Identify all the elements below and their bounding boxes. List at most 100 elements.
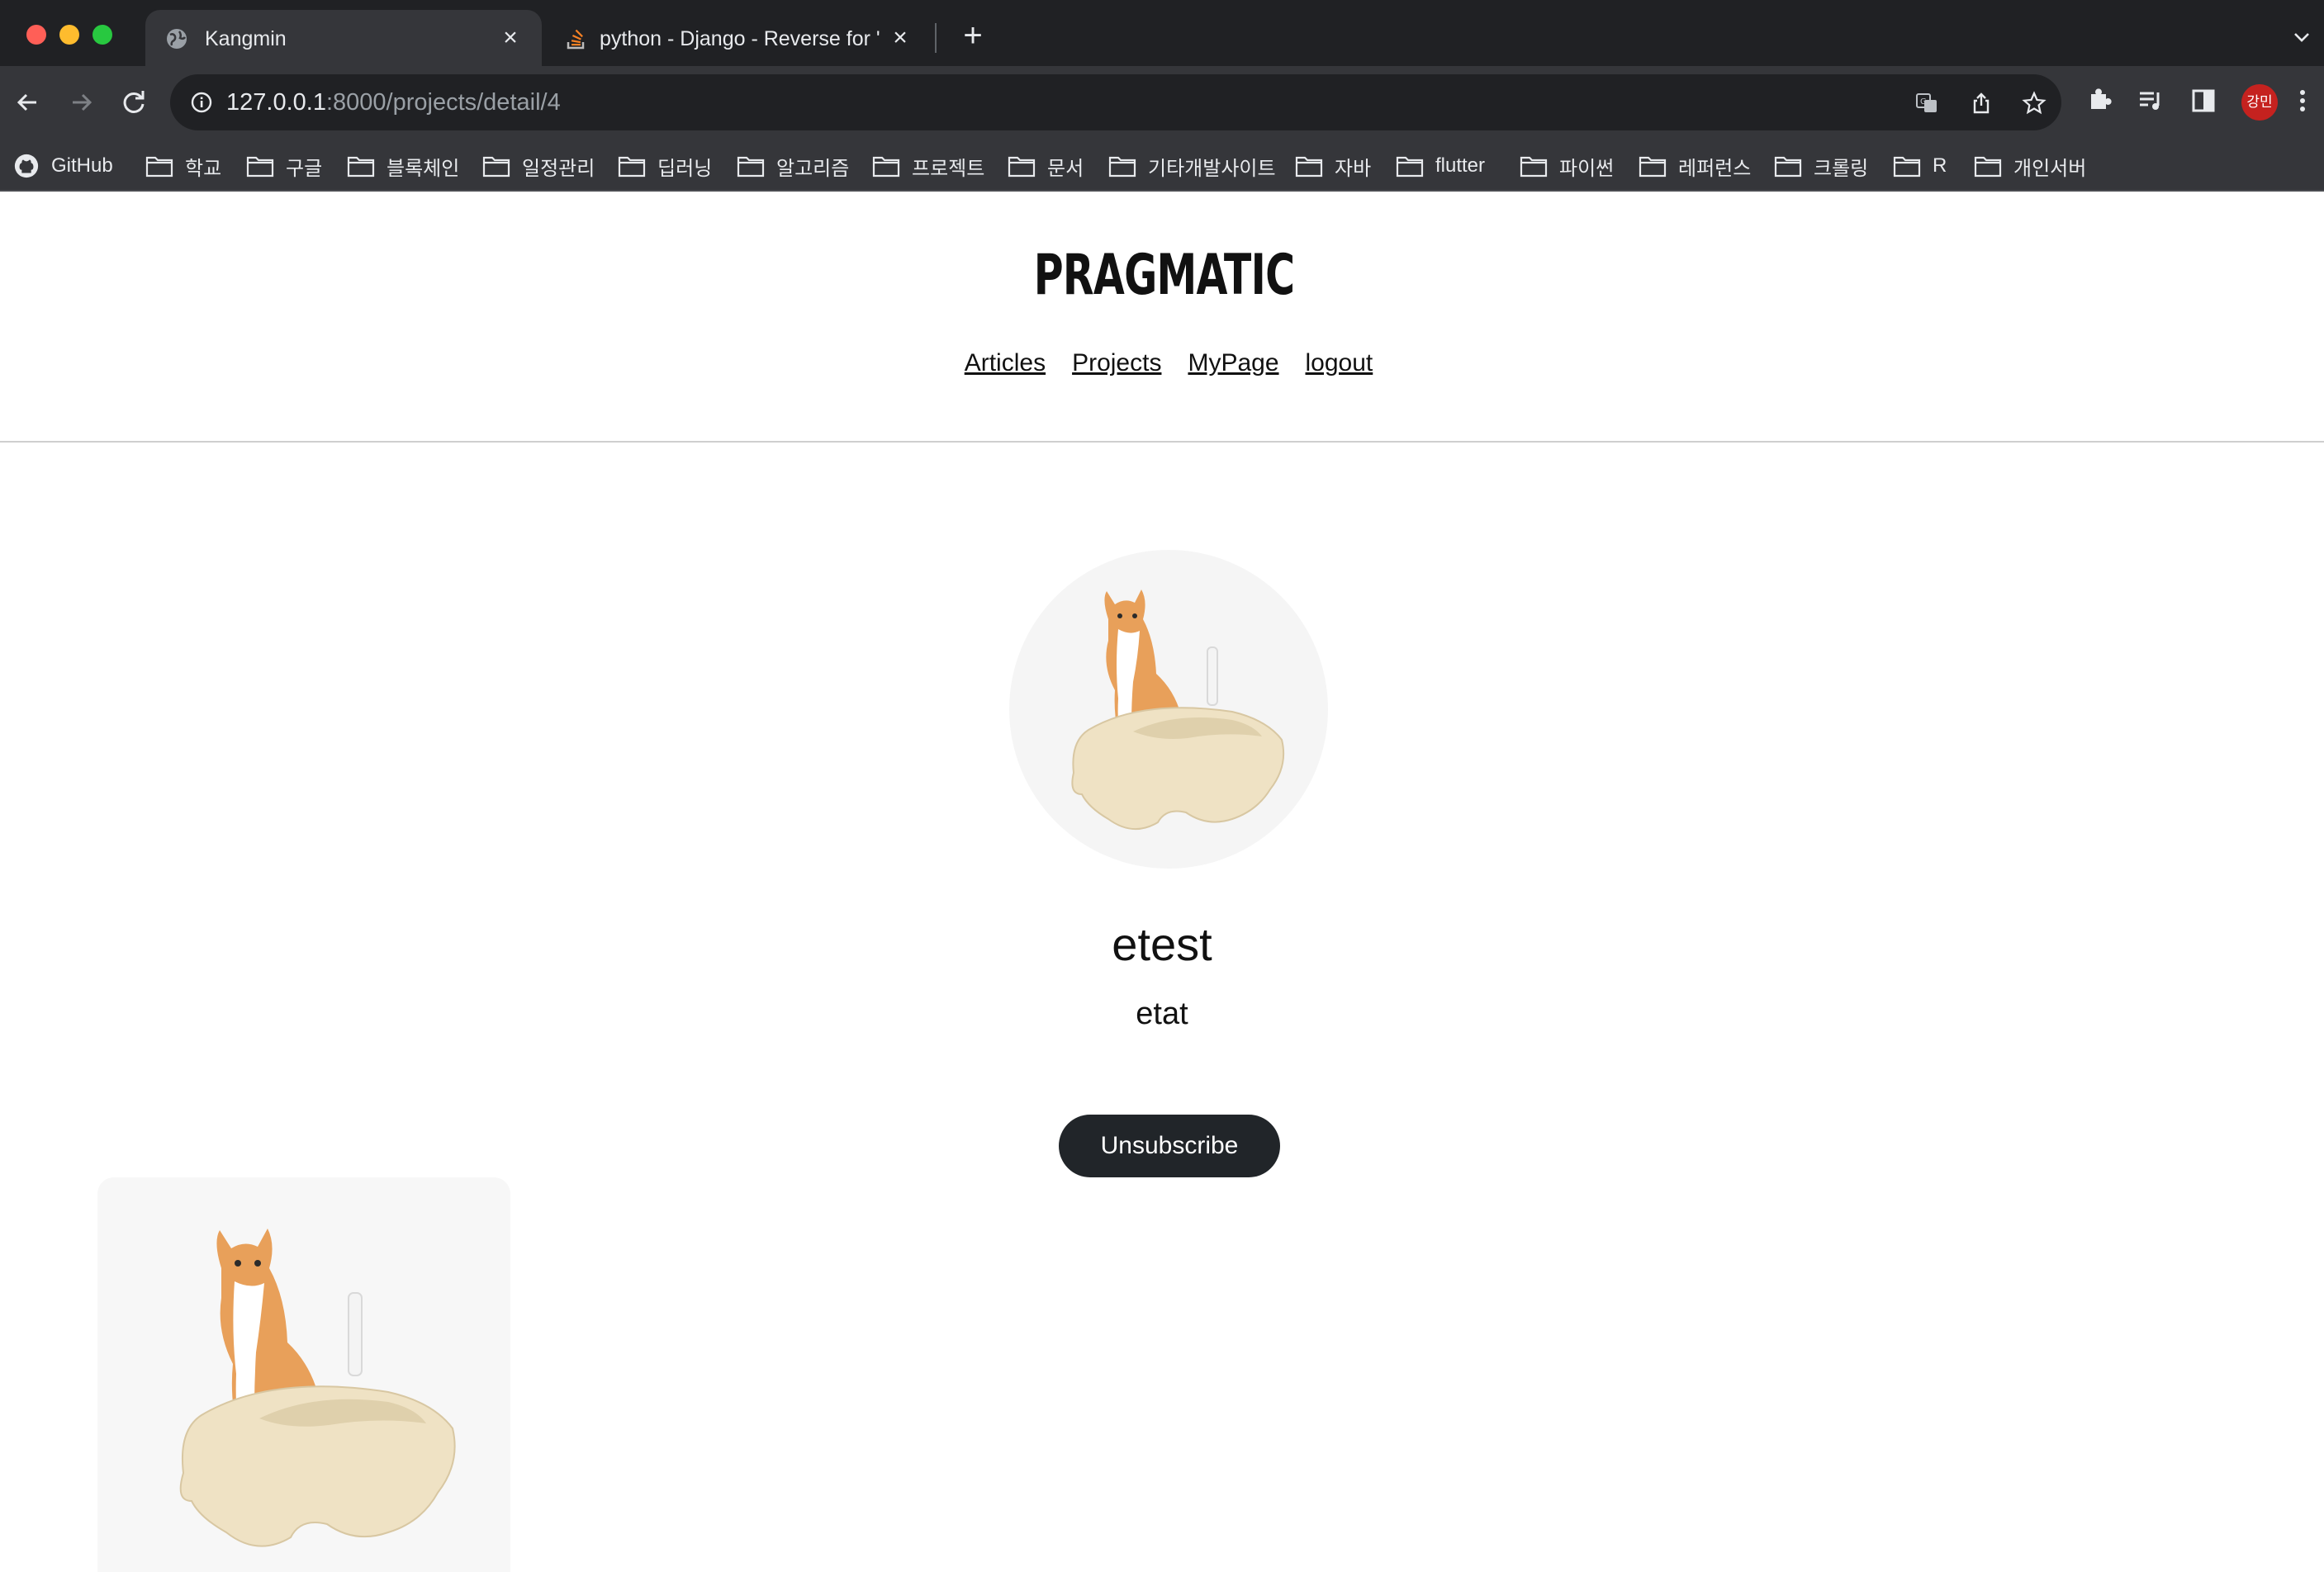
project-image <box>1009 550 1328 869</box>
folder-icon <box>1974 156 2002 178</box>
nav-link-logout[interactable]: logout <box>1306 348 1373 378</box>
back-arrow-icon[interactable] <box>12 86 45 119</box>
share-icon[interactable] <box>1969 91 1994 116</box>
tab-title: python - Django - Reverse for ' <box>600 27 880 50</box>
bookmark-label: 일정관리 <box>522 157 595 180</box>
bookmark-folder[interactable]: 블록체인 <box>347 150 459 182</box>
bookmark-label: flutter <box>1435 154 1486 177</box>
extensions-puzzle-icon[interactable] <box>2084 86 2114 116</box>
project-title: etest <box>1112 918 1212 970</box>
page-content: PRAGMATIC Articles Projects MyPage logou… <box>0 192 2324 1572</box>
folder-icon <box>1295 156 1323 178</box>
tab-kangmin[interactable]: Kangmin × <box>145 10 542 66</box>
globe-icon <box>167 29 187 49</box>
unsubscribe-button[interactable]: Unsubscribe <box>1059 1115 1280 1177</box>
bookmark-folder[interactable]: 딥러닝 <box>618 150 712 182</box>
bookmark-folder[interactable]: 문서 <box>1008 150 1084 182</box>
project-description: etat <box>1136 997 1188 1031</box>
bookmark-label: 블록체인 <box>387 157 460 180</box>
bookmark-folder[interactable]: 크롤링 <box>1774 150 1868 182</box>
bookmark-folder[interactable]: flutter <box>1396 150 1485 182</box>
translate-icon[interactable]: G <box>1914 91 1939 116</box>
bookmark-folder[interactable]: 파이썬 <box>1520 150 1614 182</box>
article-card[interactable] <box>97 1177 510 1572</box>
folder-icon <box>1520 156 1548 178</box>
nav-link-mypage[interactable]: MyPage <box>1188 348 1278 378</box>
reload-icon[interactable] <box>117 86 150 119</box>
bookmark-label: R <box>1933 154 1947 177</box>
browser-tab-bar: Kangmin × python - Django - Reverse for … <box>0 0 2324 66</box>
bookmark-label: 자바 <box>1335 157 1372 180</box>
folder-icon <box>618 156 646 178</box>
folder-icon <box>872 156 900 178</box>
folder-icon <box>1108 156 1136 178</box>
bookmark-folder[interactable]: 기타개발사이트 <box>1108 150 1276 182</box>
bookmark-label: 딥러닝 <box>657 157 713 180</box>
side-panel-icon[interactable] <box>2189 86 2218 116</box>
bookmark-star-icon[interactable] <box>2022 91 2047 116</box>
header-divider <box>0 441 2324 443</box>
tab-close-icon[interactable]: × <box>885 23 915 53</box>
bookmark-folder[interactable]: 개인서버 <box>1974 150 2086 182</box>
tab-stackoverflow[interactable]: python - Django - Reverse for ' × <box>545 10 932 66</box>
tab-separator <box>935 23 937 53</box>
bookmark-label: 레퍼런스 <box>1678 157 1752 180</box>
bookmark-label: 개인서버 <box>2013 157 2087 180</box>
site-logo[interactable]: PRAGMATIC <box>327 243 2000 309</box>
folder-icon <box>1639 156 1667 178</box>
bookmark-github[interactable]: GitHub <box>13 150 113 182</box>
bookmark-folder[interactable]: 일정관리 <box>482 150 595 182</box>
new-tab-plus-icon[interactable]: + <box>958 19 988 52</box>
url-text: 127.0.0.1:8000/projects/detail/4 <box>226 88 561 117</box>
main-nav: Articles Projects MyPage logout <box>0 348 2324 378</box>
bookmark-folder[interactable]: 구글 <box>246 150 322 182</box>
bookmark-folder[interactable]: 프로젝트 <box>872 150 984 182</box>
folder-icon <box>347 156 375 178</box>
nav-link-articles[interactable]: Articles <box>965 348 1046 378</box>
folder-icon <box>737 156 765 178</box>
folder-icon <box>1774 156 1802 178</box>
forward-arrow-icon[interactable] <box>64 86 97 119</box>
svg-text:G: G <box>1920 97 1927 107</box>
stackoverflow-icon <box>567 29 585 50</box>
bookmark-folder[interactable]: 알고리즘 <box>737 150 849 182</box>
nav-link-projects[interactable]: Projects <box>1072 348 1161 378</box>
url-host: 127.0.0.1 <box>226 89 326 116</box>
tab-close-icon[interactable]: × <box>496 23 525 53</box>
bookmark-folder[interactable]: 학교 <box>145 150 221 182</box>
bookmark-label: 문서 <box>1047 157 1084 180</box>
folder-icon <box>1396 156 1424 178</box>
cat-in-litter-box-image <box>1071 590 1285 831</box>
bookmark-label: 기타개발사이트 <box>1148 157 1276 180</box>
bookmark-folder[interactable]: 자바 <box>1295 150 1371 182</box>
bookmark-label: 알고리즘 <box>776 157 850 180</box>
folder-icon <box>246 156 274 178</box>
bookmark-folder[interactable]: 레퍼런스 <box>1639 150 1751 182</box>
folder-icon <box>145 156 173 178</box>
profile-avatar[interactable]: 강민 <box>2241 84 2278 121</box>
folder-icon <box>1893 156 1921 178</box>
bookmark-label: 프로젝트 <box>912 157 985 180</box>
cat-in-litter-box-image <box>179 1229 456 1547</box>
bookmark-label: 파이썬 <box>1559 157 1615 180</box>
github-icon <box>14 154 39 178</box>
bookmarks-bar: GitHub 학교 구글 블록체인 일정관리 딥러닝 알고리즘 프로젝트 문서 … <box>0 140 2324 192</box>
window-minimize-button[interactable] <box>59 25 79 45</box>
more-vert-icon[interactable] <box>2294 86 2311 116</box>
folder-icon <box>1008 156 1036 178</box>
info-icon[interactable] <box>190 91 213 114</box>
bookmark-label: 크롤링 <box>1814 157 1869 180</box>
bookmark-folder[interactable]: R <box>1893 150 1947 182</box>
bookmark-label: 학교 <box>185 157 222 180</box>
address-bar[interactable]: 127.0.0.1:8000/projects/detail/4 G <box>170 74 2061 130</box>
media-queue-icon[interactable] <box>2136 86 2165 116</box>
tab-title: Kangmin <box>205 27 287 50</box>
window-close-button[interactable] <box>26 25 46 45</box>
bookmark-label: GitHub <box>51 154 113 177</box>
browser-toolbar: 127.0.0.1:8000/projects/detail/4 G 강민 <box>0 66 2324 140</box>
window-zoom-button[interactable] <box>92 25 112 45</box>
url-path: :8000/projects/detail/4 <box>325 89 561 116</box>
tab-search-chevron-icon[interactable] <box>2291 26 2312 48</box>
folder-icon <box>482 156 510 178</box>
bookmark-label: 구글 <box>286 157 323 180</box>
